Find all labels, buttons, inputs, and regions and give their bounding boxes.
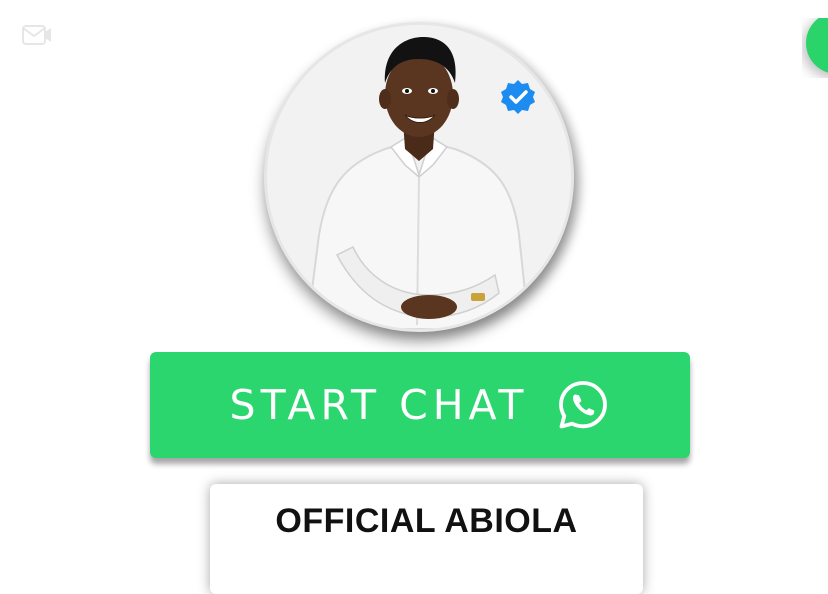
whatsapp-icon [559, 381, 608, 429]
corner-accent-shape [802, 18, 828, 78]
watermark-icon [22, 25, 51, 45]
start-chat-label: START CHAT [229, 381, 529, 429]
start-chat-button[interactable]: START CHAT [150, 352, 690, 458]
verified-badge-icon [501, 80, 535, 114]
profile-name: OFFICIAL ABIOLA [275, 502, 578, 540]
profile-avatar [264, 22, 574, 332]
profile-photo [305, 37, 531, 329]
profile-name-card: OFFICIAL ABIOLA [210, 484, 643, 594]
